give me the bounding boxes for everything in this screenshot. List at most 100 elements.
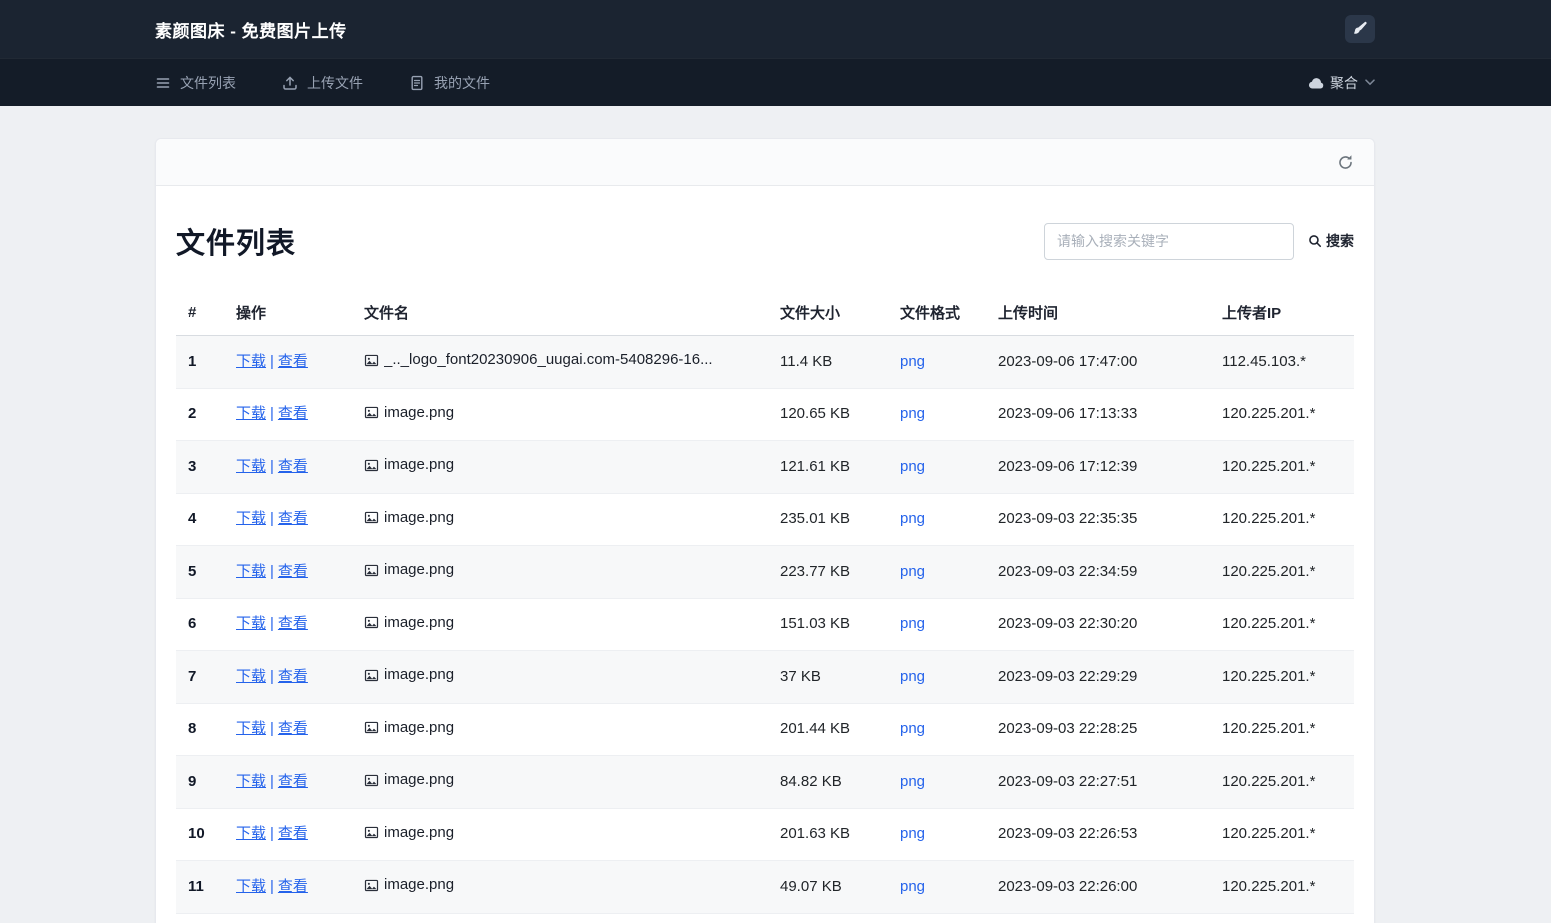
view-link[interactable]: 查看 <box>278 353 308 370</box>
uploader-ip: 120.225.201.* <box>1210 912 1354 923</box>
file-size: 290.07 KB <box>768 912 888 923</box>
download-link[interactable]: 下载 <box>236 825 266 842</box>
uploader-ip: 112.45.103.* <box>1210 335 1354 388</box>
file-name: image.png <box>384 403 455 421</box>
file-name: image.png <box>384 613 455 631</box>
menu-item-file-list[interactable]: 文件列表 <box>155 73 236 93</box>
menu-item-label: 我的文件 <box>434 74 490 91</box>
action-separator: | <box>270 352 274 370</box>
action-separator: | <box>270 825 274 843</box>
table-row: 12 下载|查看 image.png 290.07 KB png 2023-09… <box>176 912 1354 923</box>
topbar: 素颜图床 - 免费图片上传 <box>0 0 1551 58</box>
card-body: 文件列表 搜索 <box>156 186 1374 923</box>
file-size: 235.01 KB <box>768 492 888 546</box>
view-link[interactable]: 查看 <box>278 405 308 422</box>
view-link[interactable]: 查看 <box>278 668 308 685</box>
search-button[interactable]: 搜索 <box>1308 231 1354 251</box>
file-format-link[interactable]: png <box>900 510 925 527</box>
row-index: 10 <box>176 807 224 861</box>
view-link[interactable]: 查看 <box>278 510 308 527</box>
view-link[interactable]: 查看 <box>278 878 308 895</box>
image-file-icon <box>364 564 379 576</box>
upload-time: 2023-09-03 22:07:17 <box>986 912 1210 923</box>
download-link[interactable]: 下载 <box>236 878 266 895</box>
file-format-link[interactable]: png <box>900 615 925 632</box>
file-format-link[interactable]: png <box>900 563 925 580</box>
table-row: 10 下载 | 查看 image.png 201.63 KB png 2023-09… <box>176 807 1354 861</box>
refresh-button[interactable] <box>1337 154 1354 171</box>
file-size: 201.44 KB <box>768 702 888 756</box>
image-file-icon <box>364 354 379 366</box>
table-row: 2 下载 | 查看 image.png 120.65 KB png 2023-09-… <box>176 387 1354 441</box>
uploader-ip: 120.225.201.* <box>1210 440 1354 493</box>
page-title: 文件列表 <box>176 228 297 260</box>
file-size: 151.03 KB <box>768 597 888 651</box>
user-menu[interactable]: 聚合 <box>1308 73 1375 93</box>
file-name: image.png <box>384 508 455 526</box>
file-format-link[interactable]: png <box>900 405 925 422</box>
file-name: image.png <box>384 561 455 578</box>
menu-item-label: 上传文件 <box>307 74 363 91</box>
uploader-ip: 120.225.201.* <box>1210 807 1354 861</box>
download-link[interactable]: 下载 <box>236 668 266 685</box>
uploader-ip: 120.225.201.* <box>1210 597 1354 651</box>
file-name: image.png <box>384 456 455 473</box>
file-size: 223.77 KB <box>768 545 888 598</box>
view-link[interactable]: 查看 <box>278 720 308 737</box>
file-table-body: 1 下载 | 查看 _.._logo_font20230906_uugai.com-… <box>176 335 1354 923</box>
action-separator: | <box>270 405 274 423</box>
download-link[interactable]: 下载 <box>236 615 266 632</box>
download-link[interactable]: 下载 <box>236 458 266 475</box>
download-link[interactable]: 下载 <box>236 405 266 422</box>
upload-icon <box>283 75 297 90</box>
download-link[interactable]: 下载 <box>236 563 266 580</box>
image-file-icon <box>364 511 379 524</box>
view-link[interactable]: 查看 <box>278 773 308 790</box>
file-format-link[interactable]: png <box>900 878 925 895</box>
chevron-down-icon <box>1365 79 1375 86</box>
file-format-link[interactable]: png <box>900 458 925 475</box>
file-format-link[interactable]: png <box>900 720 925 737</box>
search-button-label: 搜索 <box>1326 233 1354 249</box>
user-menu-label: 聚合 <box>1330 74 1358 91</box>
file-format-link[interactable]: png <box>900 353 925 370</box>
cloud-icon <box>1308 77 1324 89</box>
table-row: 9 下载 | 查看 image.png 84.82 KB png 2023-09-0… <box>176 755 1354 808</box>
file-size: 201.63 KB <box>768 807 888 861</box>
table-row: 4 下载 | 查看 image.png 235.01 KB png 2023-09-… <box>176 492 1354 546</box>
file-size: 120.65 KB <box>768 387 888 441</box>
row-index: 4 <box>176 492 224 546</box>
download-link[interactable]: 下载 <box>236 353 266 370</box>
uploader-ip: 120.225.201.* <box>1210 545 1354 598</box>
table-row: 8 下载 | 查看 image.png 201.44 KB png 2023-09-… <box>176 702 1354 756</box>
theme-brush-button[interactable] <box>1345 15 1375 43</box>
upload-time: 2023-09-06 17:12:39 <box>986 440 1210 493</box>
file-format-link[interactable]: png <box>900 773 925 790</box>
upload-time: 2023-09-03 22:28:25 <box>986 702 1210 756</box>
file-size: 121.61 KB <box>768 440 888 493</box>
uploader-ip: 120.225.201.* <box>1210 492 1354 546</box>
uploader-ip: 120.225.201.* <box>1210 702 1354 756</box>
image-file-icon <box>364 879 379 891</box>
table-row: 11 下载 | 查看 image.png 49.07 KB png 2023-09-… <box>176 860 1354 913</box>
view-link[interactable]: 查看 <box>278 563 308 580</box>
file-format-link[interactable]: png <box>900 825 925 842</box>
search-input[interactable] <box>1044 222 1294 260</box>
view-link[interactable]: 查看 <box>278 458 308 475</box>
download-link[interactable]: 下载 <box>236 720 266 737</box>
brush-icon <box>1354 21 1367 34</box>
action-separator: | <box>270 667 274 685</box>
table-row: 1 下载 | 查看 _.._logo_font20230906_uugai.com-… <box>176 335 1354 388</box>
menu-item-upload[interactable]: 上传文件 <box>282 73 363 93</box>
menu-item-my-files[interactable]: 我的文件 <box>409 73 490 93</box>
site-title: 素颜图床 - 免费图片上传 <box>155 21 347 41</box>
view-link[interactable]: 查看 <box>278 615 308 632</box>
file-list-card: 文件列表 搜索 <box>155 138 1375 923</box>
file-format-link[interactable]: png <box>900 668 925 685</box>
download-link[interactable]: 下载 <box>236 773 266 790</box>
view-link[interactable]: 查看 <box>278 825 308 842</box>
col-header-index: # <box>176 290 224 336</box>
upload-time: 2023-09-03 22:27:51 <box>986 755 1210 808</box>
col-header-time: 上传时间 <box>986 290 1210 336</box>
download-link[interactable]: 下载 <box>236 510 266 527</box>
